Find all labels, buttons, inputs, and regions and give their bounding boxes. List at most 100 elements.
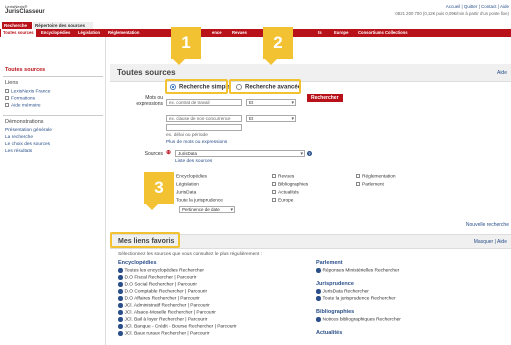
checkbox-reglementation[interactable]: Réglementation bbox=[356, 174, 396, 179]
operator-select-2[interactable]: Et bbox=[246, 115, 296, 123]
sidebar-group-liens: Liens bbox=[5, 80, 19, 86]
sidebar-link-aide-memoire[interactable]: Aide mémoire bbox=[5, 103, 41, 108]
example-hint: ex. délai ou période bbox=[166, 133, 208, 138]
nav-europe[interactable]: Europe bbox=[334, 29, 348, 37]
keyword-input-2[interactable]: ex. clause de non-concurrence bbox=[166, 115, 242, 122]
checkbox-icon bbox=[272, 190, 276, 194]
search-button[interactable]: Rechercher bbox=[307, 94, 343, 102]
favoris-item[interactable]: JCl. Administratif Rechercher | Parcouri… bbox=[118, 303, 210, 309]
checkbox-parlement[interactable]: Parlement bbox=[356, 182, 384, 187]
favoris-heading-actualites: Actualités bbox=[316, 330, 343, 336]
checkbox-toute-jurisprudence[interactable]: Toute la jurisprudence bbox=[170, 198, 223, 203]
operator-select-1[interactable]: Et bbox=[246, 99, 296, 107]
checkbox-europe[interactable]: Europe bbox=[272, 198, 293, 203]
checkbox-icon bbox=[356, 182, 360, 186]
sidebar-demo-presentation[interactable]: Présentation générale bbox=[5, 128, 52, 133]
favoris-item[interactable]: D.O Comptable Rechercher | Parcourir bbox=[118, 289, 207, 295]
callout-badge-2: 2 bbox=[263, 27, 293, 65]
sidebar-demo-recherche[interactable]: La recherche bbox=[5, 135, 33, 140]
top-links[interactable]: Accueil | Quitter | Contact | Aide bbox=[446, 4, 509, 9]
source-icon bbox=[118, 303, 123, 308]
nav-jurisprudence[interactable]: ence bbox=[212, 29, 222, 37]
link-bullet-icon bbox=[5, 96, 9, 100]
callout-frame-2 bbox=[229, 79, 301, 94]
source-nav-bar: Toutes sources Encyclopédies Législation… bbox=[0, 29, 511, 37]
sources-info-icon: ⊕ bbox=[166, 150, 172, 156]
sources-select[interactable]: JurisData bbox=[175, 150, 305, 158]
callout-badge-1: 1 bbox=[171, 27, 201, 65]
favoris-item[interactable]: JurisData Rechercher bbox=[316, 289, 369, 295]
nav-reglementation[interactable]: Réglementation bbox=[108, 29, 139, 37]
source-icon bbox=[316, 268, 321, 273]
favoris-heading-parlement: Parlement bbox=[316, 260, 343, 266]
nav-revues[interactable]: Revues bbox=[232, 29, 247, 37]
nouvelle-recherche-link[interactable]: Nouvelle recherche bbox=[466, 222, 509, 228]
sidebar-heading: Toutes sources bbox=[5, 67, 46, 73]
liste-sources-link[interactable]: Liste des sources bbox=[175, 159, 212, 164]
tab-recherche[interactable]: Recherche bbox=[2, 22, 32, 29]
sidebar-link-formations[interactable]: Formations bbox=[5, 96, 35, 101]
source-icon bbox=[316, 296, 321, 301]
page-title: Toutes sources bbox=[117, 68, 176, 77]
tab-repertoire-sources[interactable]: Répertoire des sources bbox=[33, 22, 93, 29]
favoris-item[interactable]: D.O Affaires Rechercher | Parcourir bbox=[118, 296, 200, 302]
sources-label: Sources bbox=[144, 151, 163, 157]
keyword-input-3[interactable] bbox=[166, 124, 242, 131]
plus-mots-link[interactable]: Plus de mots ou expressions bbox=[166, 140, 227, 145]
source-icon bbox=[316, 317, 321, 322]
mots-label: Mots ou expressions bbox=[136, 95, 163, 107]
date-select[interactable]: Pertinence de date bbox=[179, 206, 235, 214]
favoris-item[interactable]: D.O Social Rechercher | Parcourir bbox=[118, 282, 197, 288]
favoris-heading-encyclopedies: Encyclopédies bbox=[118, 260, 157, 266]
source-icon bbox=[118, 296, 123, 301]
favoris-actions[interactable]: Masquer | Aide bbox=[474, 239, 507, 245]
checkbox-revues[interactable]: Revues bbox=[272, 174, 294, 179]
nav-actualites[interactable]: ts bbox=[318, 29, 322, 37]
favoris-item[interactable]: JCl. Banque - Crédit - Bourse Rechercher… bbox=[118, 324, 237, 330]
favoris-item[interactable]: JCl. Baux ruraux Rechercher | Parcourir bbox=[118, 331, 209, 337]
nav-legislation[interactable]: Législation bbox=[78, 29, 100, 37]
nav-toutes-sources[interactable]: Toutes sources bbox=[1, 29, 36, 37]
source-icon bbox=[118, 331, 123, 336]
sidebar-divider bbox=[3, 115, 103, 116]
source-icon bbox=[118, 268, 123, 273]
help-icon[interactable]: ? bbox=[307, 151, 312, 156]
checkbox-bibliographies[interactable]: Bibliographies bbox=[272, 182, 308, 187]
favoris-heading-bibliographies: Bibliographies bbox=[316, 309, 355, 315]
sidebar: Toutes sources Liens LexisNexis France F… bbox=[0, 37, 106, 345]
source-icon bbox=[118, 282, 123, 287]
favoris-item[interactable]: Notices bibliographiques Rechercher bbox=[316, 317, 401, 323]
sidebar-group-demos: Démonstrations bbox=[5, 119, 44, 125]
sidebar-divider bbox=[3, 76, 103, 77]
top-phone-info: 0821 200 700 (0,12€ puis 0,09€/min à par… bbox=[395, 11, 509, 16]
keyword-input-1[interactable]: ex. contrat de travail bbox=[166, 99, 242, 106]
sidebar-demo-choix-sources[interactable]: Le choix des sources bbox=[5, 142, 50, 147]
favoris-item[interactable]: JCl. Alsace-Moselle Rechercher | Parcour… bbox=[118, 310, 216, 316]
checkbox-icon bbox=[272, 198, 276, 202]
link-bullet-icon bbox=[5, 89, 9, 93]
source-icon bbox=[118, 275, 123, 280]
favoris-item[interactable]: Toutes les encyclopédies Rechercher bbox=[118, 268, 204, 274]
nav-encyclopedies[interactable]: Encyclopédies bbox=[41, 29, 70, 37]
aide-link[interactable]: Aide bbox=[497, 70, 507, 76]
source-icon bbox=[118, 310, 123, 315]
checkbox-encyclopedies[interactable]: Encyclopédies bbox=[170, 174, 207, 179]
favoris-item[interactable]: JCl. Bail à loyer Rechercher | Parcourir bbox=[118, 317, 207, 323]
favoris-item[interactable]: Réponses Ministérielles Rechercher bbox=[316, 268, 399, 274]
checkbox-legislation[interactable]: Législation bbox=[170, 182, 199, 187]
link-bullet-icon bbox=[5, 103, 9, 107]
callout-badge-3: 3 bbox=[144, 172, 174, 210]
checkbox-icon bbox=[272, 174, 276, 178]
favoris-item[interactable]: D.O Fiscal Rechercher | Parcourir bbox=[118, 275, 196, 281]
sidebar-link-lexisnexis[interactable]: LexisNexis France bbox=[5, 89, 50, 94]
checkbox-icon bbox=[356, 174, 360, 178]
source-icon bbox=[316, 289, 321, 294]
callout-frame-3 bbox=[110, 232, 180, 248]
checkbox-actualites[interactable]: Actualités bbox=[272, 190, 299, 195]
favoris-intro: Sélectionnez les sources que vous consul… bbox=[118, 252, 262, 257]
logo[interactable]: JurisClasseur bbox=[5, 9, 45, 15]
nav-consortiums[interactable]: Consortiums Collections bbox=[358, 29, 408, 37]
checkbox-icon bbox=[272, 182, 276, 186]
favoris-item[interactable]: Toute la jurisprudence Rechercher bbox=[316, 296, 396, 302]
sidebar-demo-resultats[interactable]: Les résultats bbox=[5, 149, 32, 154]
